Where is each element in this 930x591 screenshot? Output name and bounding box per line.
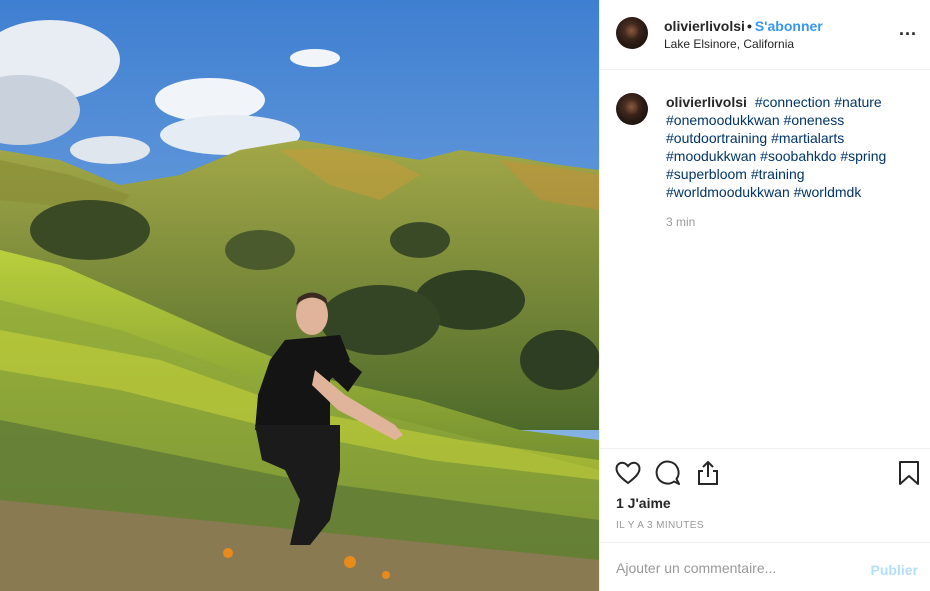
post-timestamp[interactable]: IL Y A 3 MINUTES	[616, 520, 704, 531]
comment-input[interactable]	[616, 555, 856, 581]
publish-button[interactable]: Publier	[871, 562, 918, 578]
post-header: olivierlivolsi • S'abonner Lake Elsinore, …	[600, 0, 930, 70]
comments-section: olivierlivolsi #connection #nature #onem…	[600, 70, 930, 448]
photo-landscape-image	[0, 0, 599, 591]
hashtag-link[interactable]: #spring	[840, 148, 886, 164]
header-avatar[interactable]	[616, 17, 648, 49]
instagram-post: olivierlivolsi • S'abonner Lake Elsinore, …	[0, 0, 930, 591]
caption-avatar[interactable]	[616, 93, 648, 125]
post-photo[interactable]	[0, 0, 599, 591]
post-side-panel: olivierlivolsi • S'abonner Lake Elsinore, …	[599, 0, 930, 591]
hashtag-link[interactable]: #onemoodukkwan	[666, 112, 780, 128]
action-bar: 1 J'aime IL Y A 3 MINUTES	[600, 448, 930, 542]
hashtag-link[interactable]: #soobahkdo	[760, 148, 836, 164]
caption-text: olivierlivolsi #connection #nature #onem…	[666, 93, 916, 201]
location-link[interactable]: Lake Elsinore, California	[664, 37, 794, 51]
hashtag-link[interactable]: #worldmdk	[794, 184, 862, 200]
hashtag-link[interactable]: #oneness	[784, 112, 845, 128]
comment-bar: Publier	[600, 542, 930, 591]
hashtag-link[interactable]: #connection	[755, 94, 831, 110]
caption-timestamp[interactable]: 3 min	[666, 215, 695, 229]
bookmark-icon[interactable]	[895, 459, 923, 487]
hashtag-link[interactable]: #nature	[834, 94, 881, 110]
more-options-icon[interactable]: ...	[897, 20, 919, 44]
hashtag-link[interactable]: #superbloom	[666, 166, 747, 182]
likes-count[interactable]: 1 J'aime	[616, 495, 671, 511]
comment-icon[interactable]	[654, 459, 682, 487]
hashtag-link[interactable]: #outdoortraining	[666, 130, 767, 146]
header-username-link[interactable]: olivierlivolsi	[664, 18, 745, 34]
caption-author-link[interactable]: olivierlivolsi	[666, 94, 747, 110]
hashtag-link[interactable]: #training	[751, 166, 805, 182]
header-user-line: olivierlivolsi • S'abonner	[664, 18, 823, 34]
hashtag-link[interactable]: #worldmoodukkwan	[666, 184, 790, 200]
separator-dot: •	[746, 18, 752, 34]
hashtag-link[interactable]: #moodukkwan	[666, 148, 756, 164]
follow-button[interactable]: S'abonner	[755, 18, 823, 34]
heart-icon[interactable]	[614, 459, 642, 487]
hashtag-link[interactable]: #martialarts	[771, 130, 844, 146]
share-icon[interactable]	[694, 459, 722, 487]
